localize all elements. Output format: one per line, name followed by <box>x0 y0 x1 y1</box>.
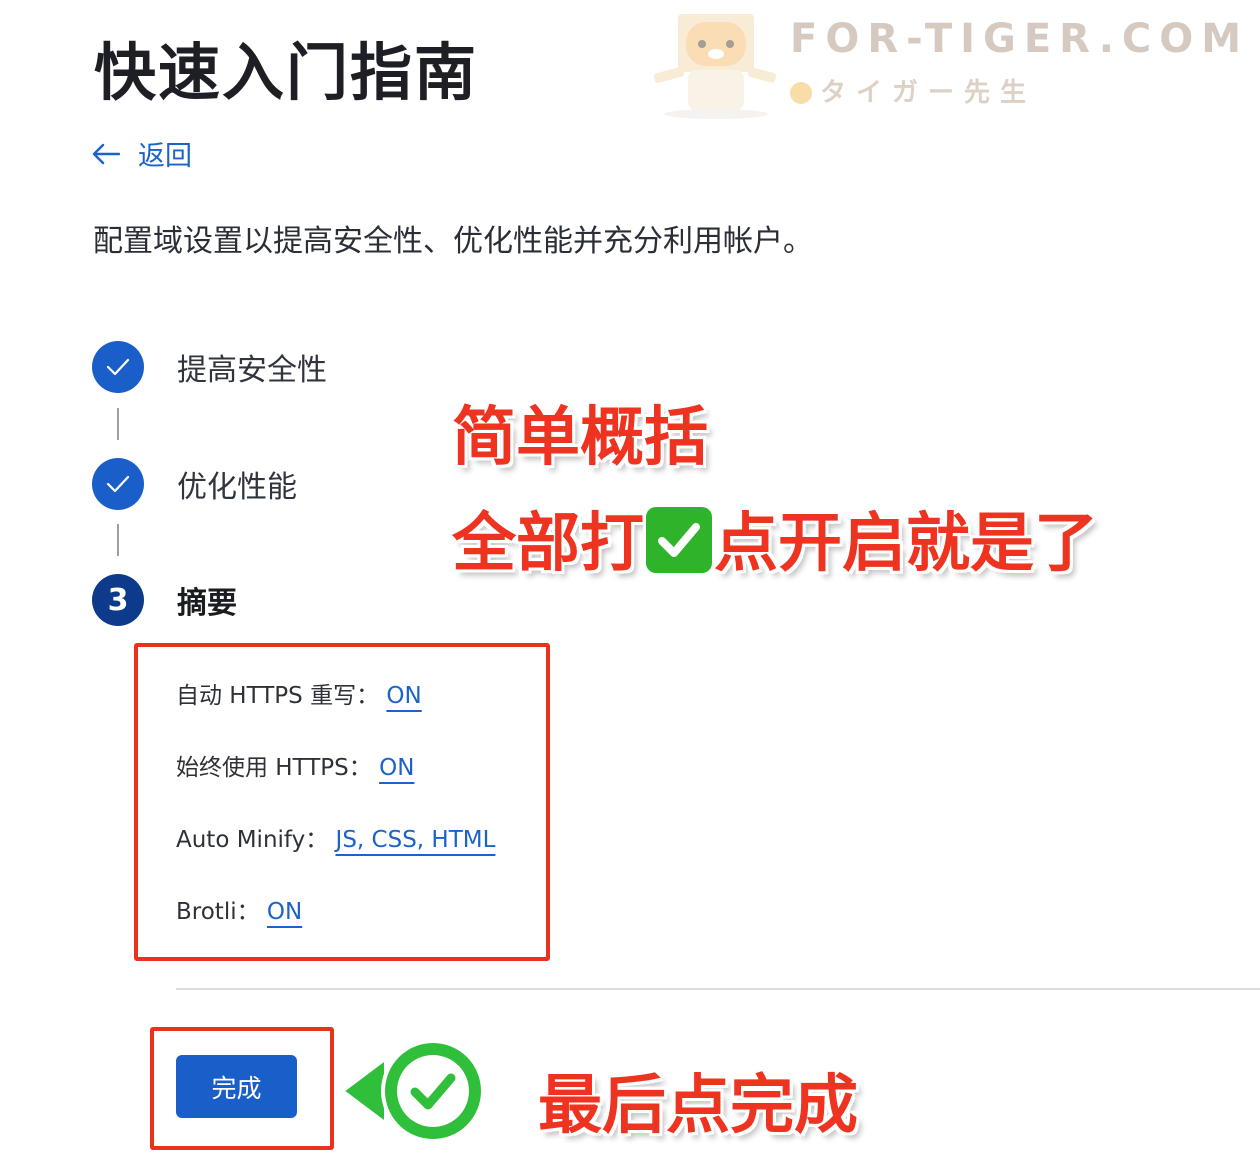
annotation-enable-all-after: 点开启就是了 <box>714 507 1098 581</box>
summary-label: 自动 HTTPS 重写： <box>176 683 380 709</box>
step-2-indicator <box>92 458 144 510</box>
page-description: 配置域设置以提高安全性、优化性能并充分利用帐户。 <box>93 224 813 259</box>
section-divider <box>176 988 1260 990</box>
summary-row-always-https: 始终使用 HTTPS： ON <box>176 748 414 782</box>
step-3-label: 摘要 <box>177 586 237 621</box>
tiger-mascot-logo-icon <box>653 14 777 119</box>
arrow-left-icon <box>92 143 120 164</box>
annotation-enable-all-before: 全部打 <box>452 507 644 581</box>
step-3-indicator: 3 <box>92 574 144 626</box>
summary-label: 始终使用 HTTPS： <box>176 755 372 781</box>
quick-start-page: 快速入门指南 FOR-TIGER.COM タイガー先生 返回 配置域设置以提高安… <box>0 0 1260 1172</box>
brotli-value-link[interactable]: ON <box>267 899 302 925</box>
check-mark-emoji-icon <box>646 507 712 573</box>
check-icon <box>106 358 130 376</box>
always-https-value-link[interactable]: ON <box>379 755 414 781</box>
https-rewrite-value-link[interactable]: ON <box>386 683 421 709</box>
summary-row-auto-minify: Auto Minify： JS, CSS, HTML <box>176 820 495 854</box>
step-summary: 3 摘要 <box>92 574 237 626</box>
step-1-label: 提高安全性 <box>177 353 327 388</box>
step-performance: 优化性能 <box>92 458 297 510</box>
step-1-indicator <box>92 341 144 393</box>
annotation-click-done-tip: 最后点完成 <box>538 1069 858 1143</box>
watermark-subtitle-text: タイガー先生 <box>820 78 1037 108</box>
summary-row-brotli: Brotli： ON <box>176 892 302 926</box>
watermark: FOR-TIGER.COM タイガー先生 <box>650 10 1250 120</box>
step-2-label: 优化性能 <box>177 470 297 505</box>
watermark-domain: FOR-TIGER.COM <box>790 16 1250 62</box>
step-connector <box>117 524 119 556</box>
back-link-label: 返回 <box>138 141 192 172</box>
watermark-subtitle: タイガー先生 <box>790 72 1036 109</box>
step-security: 提高安全性 <box>92 341 327 393</box>
step-connector <box>117 408 119 440</box>
summary-row-https-rewrite: 自动 HTTPS 重写： ON <box>176 676 422 710</box>
summary-label: Brotli： <box>176 899 260 925</box>
page-title: 快速入门指南 <box>94 36 479 109</box>
summary-label: Auto Minify： <box>176 827 329 853</box>
check-icon <box>106 475 130 493</box>
done-button[interactable]: 完成 <box>176 1055 297 1118</box>
auto-minify-value-link[interactable]: JS, CSS, HTML <box>336 827 496 853</box>
back-link[interactable]: 返回 <box>92 134 192 173</box>
watermark-dot-icon <box>790 82 812 104</box>
annotation-enable-all-tip: 全部打 点开启就是了 <box>452 492 1098 584</box>
annotation-summary-tip: 简单概括 <box>452 401 708 475</box>
green-check-arrow-icon <box>340 1039 485 1143</box>
